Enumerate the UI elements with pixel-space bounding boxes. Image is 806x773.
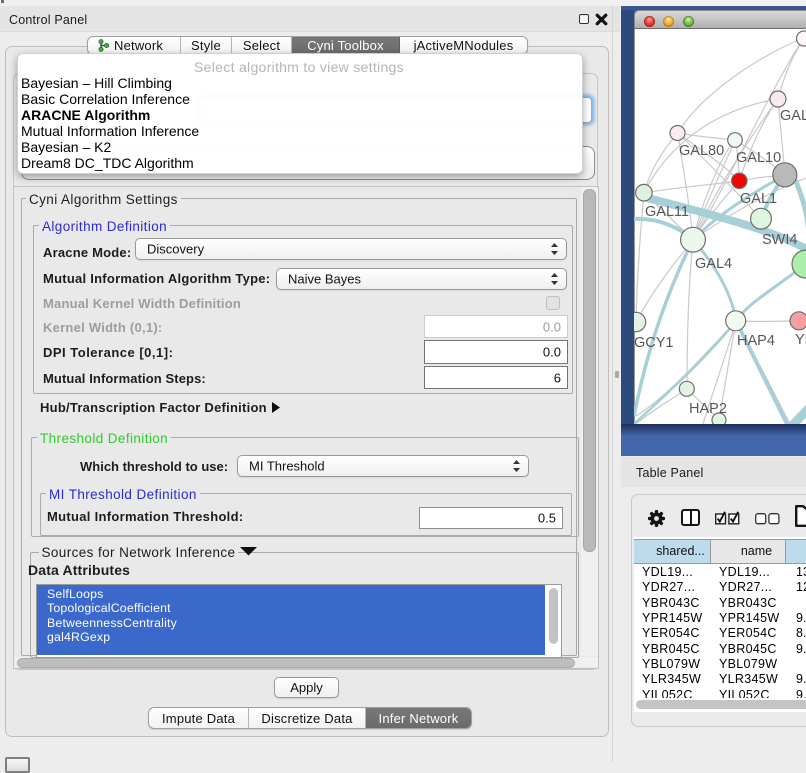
svg-text:GAL11: GAL11: [645, 204, 689, 220]
svg-text:SWI4: SWI4: [762, 232, 797, 248]
svg-text:GAL4: GAL4: [695, 256, 732, 272]
svg-text:HAP2: HAP2: [689, 401, 727, 417]
svg-text:GAL7: GAL7: [780, 108, 806, 124]
svg-text:GAL1: GAL1: [740, 191, 777, 207]
svg-text:GCY1: GCY1: [634, 335, 674, 351]
svg-text:GAL80: GAL80: [679, 143, 724, 159]
svg-text:GAL10: GAL10: [736, 150, 781, 166]
svg-text:YEL: YEL: [795, 332, 806, 348]
svg-text:HAP4: HAP4: [737, 333, 775, 349]
